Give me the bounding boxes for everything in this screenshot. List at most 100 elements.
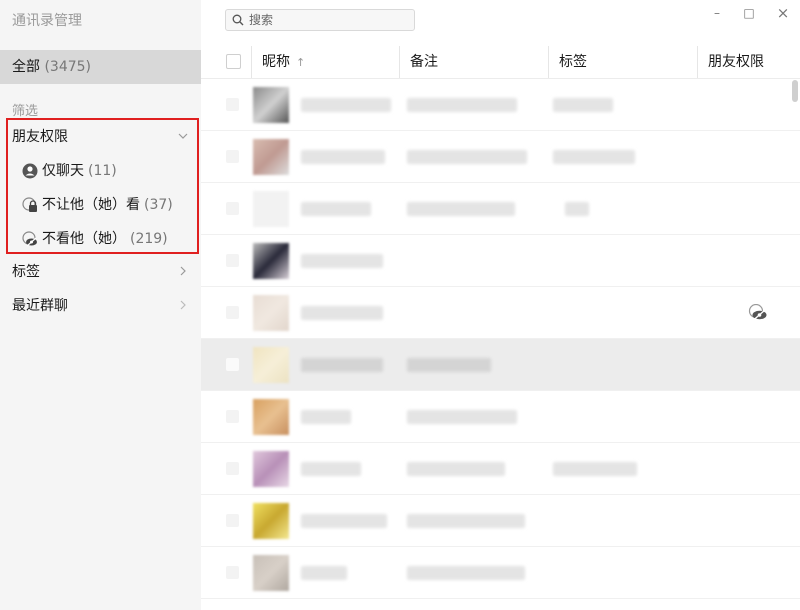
blurred-remark (407, 202, 515, 216)
blurred-nickname (301, 358, 383, 372)
main-panel: – □ × 昵称 ↑ 备注 标签 朋友权限 (201, 0, 800, 610)
table-row[interactable] (201, 235, 800, 287)
blurred-remark (407, 150, 527, 164)
hidden-eye-icon (748, 303, 768, 326)
table-row[interactable] (201, 131, 800, 183)
minimize-button[interactable]: – (707, 4, 727, 22)
hide-my-moments-label: 不让他（她）看 (42, 197, 140, 213)
search-input[interactable] (249, 13, 399, 27)
avatar (253, 191, 289, 227)
blurred-nickname (301, 98, 391, 112)
table-row[interactable] (201, 183, 800, 235)
sidebar-item-all-label: 全部 (12, 59, 40, 75)
chevron-right-icon (178, 295, 188, 317)
row-checkbox[interactable] (226, 306, 239, 319)
contact-list (201, 79, 800, 599)
maximize-button[interactable]: □ (739, 4, 759, 22)
app-title: 通讯录管理 (12, 13, 82, 29)
row-checkbox[interactable] (226, 462, 239, 475)
blurred-nickname (301, 410, 351, 424)
sidebar-item-recent-groups[interactable]: 最近群聊 (12, 295, 192, 317)
sidebar-item-all-count: (3475) (44, 59, 92, 75)
table-row[interactable] (201, 495, 800, 547)
blurred-tags (553, 462, 637, 476)
blurred-tags (565, 202, 589, 216)
blurred-nickname (301, 306, 383, 320)
row-checkbox[interactable] (226, 150, 239, 163)
row-checkbox[interactable] (226, 410, 239, 423)
sidebar-item-all[interactable]: 全部 (3475) (0, 50, 201, 84)
row-checkbox[interactable] (226, 358, 239, 371)
lock-icon (22, 197, 38, 213)
column-header-nickname[interactable]: 昵称 ↑ (251, 46, 399, 78)
sidebar: 通讯录管理 全部 (3475) 筛选 朋友权限 仅聊天 (11) 不让他（她）看… (0, 0, 202, 610)
close-button[interactable]: × (773, 4, 793, 22)
hide-their-moments-count: (219) (130, 231, 168, 247)
filter-section-label: 筛选 (12, 104, 39, 119)
blurred-tags (553, 150, 635, 164)
column-header-tags[interactable]: 标签 (548, 46, 697, 78)
table-row[interactable] (201, 391, 800, 443)
chat-only-label: 仅聊天 (42, 163, 84, 179)
blurred-nickname (301, 514, 387, 528)
blurred-nickname (301, 254, 383, 268)
friend-permission-label: 朋友权限 (12, 129, 68, 145)
avatar (253, 295, 289, 331)
blurred-remark (407, 462, 505, 476)
table-row[interactable] (201, 443, 800, 495)
search-box[interactable] (225, 9, 415, 31)
search-icon (232, 14, 244, 26)
row-checkbox[interactable] (226, 202, 239, 215)
chevron-down-icon (178, 126, 188, 148)
blurred-nickname (301, 150, 385, 164)
table-row[interactable] (201, 547, 800, 599)
avatar (253, 139, 289, 175)
tags-header-label: 标签 (559, 54, 587, 70)
column-header-friend-permission[interactable]: 朋友权限 (697, 46, 800, 78)
chat-only-count: (11) (88, 163, 117, 179)
table-row[interactable] (201, 79, 800, 131)
row-checkbox[interactable] (226, 98, 239, 111)
sidebar-item-hide-their-moments[interactable]: 不看他（她） (219) (22, 227, 192, 251)
blurred-remark (407, 98, 517, 112)
remark-header-label: 备注 (410, 54, 438, 70)
avatar (253, 399, 289, 435)
sidebar-item-hide-my-moments[interactable]: 不让他（她）看 (37) (22, 193, 192, 217)
blurred-remark (407, 410, 517, 424)
friend-permission-header-label: 朋友权限 (708, 54, 764, 70)
hide-my-moments-count: (37) (144, 197, 173, 213)
sidebar-item-chat-only[interactable]: 仅聊天 (11) (22, 159, 192, 183)
blurred-remark (407, 514, 525, 528)
hide-their-moments-label: 不看他（她） (42, 231, 126, 247)
column-header-remark[interactable]: 备注 (399, 46, 548, 78)
avatar (253, 347, 289, 383)
sidebar-item-friend-permission[interactable]: 朋友权限 (12, 126, 192, 148)
sort-ascending-icon: ↑ (296, 56, 306, 69)
row-checkbox[interactable] (226, 514, 239, 527)
hidden-eye-icon (22, 231, 38, 247)
blurred-remark (407, 566, 525, 580)
blurred-nickname (301, 566, 347, 580)
avatar (253, 243, 289, 279)
blurred-nickname (301, 202, 371, 216)
row-checkbox[interactable] (226, 254, 239, 267)
blurred-tags (553, 98, 613, 112)
nickname-header-label: 昵称 (262, 54, 290, 70)
chevron-right-icon (178, 261, 188, 283)
blurred-nickname (301, 462, 361, 476)
person-icon (22, 163, 38, 179)
table-header: 昵称 ↑ 备注 标签 朋友权限 (201, 46, 800, 79)
avatar (253, 503, 289, 539)
table-row[interactable] (201, 339, 800, 391)
avatar (253, 555, 289, 591)
tags-label: 标签 (12, 264, 40, 280)
table-row[interactable] (201, 287, 800, 339)
sidebar-item-tags[interactable]: 标签 (12, 261, 192, 283)
recent-groups-label: 最近群聊 (12, 298, 68, 314)
scrollbar[interactable] (792, 80, 798, 102)
select-all-checkbox[interactable] (226, 54, 241, 69)
avatar (253, 87, 289, 123)
row-checkbox[interactable] (226, 566, 239, 579)
blurred-remark (407, 358, 491, 372)
avatar (253, 451, 289, 487)
